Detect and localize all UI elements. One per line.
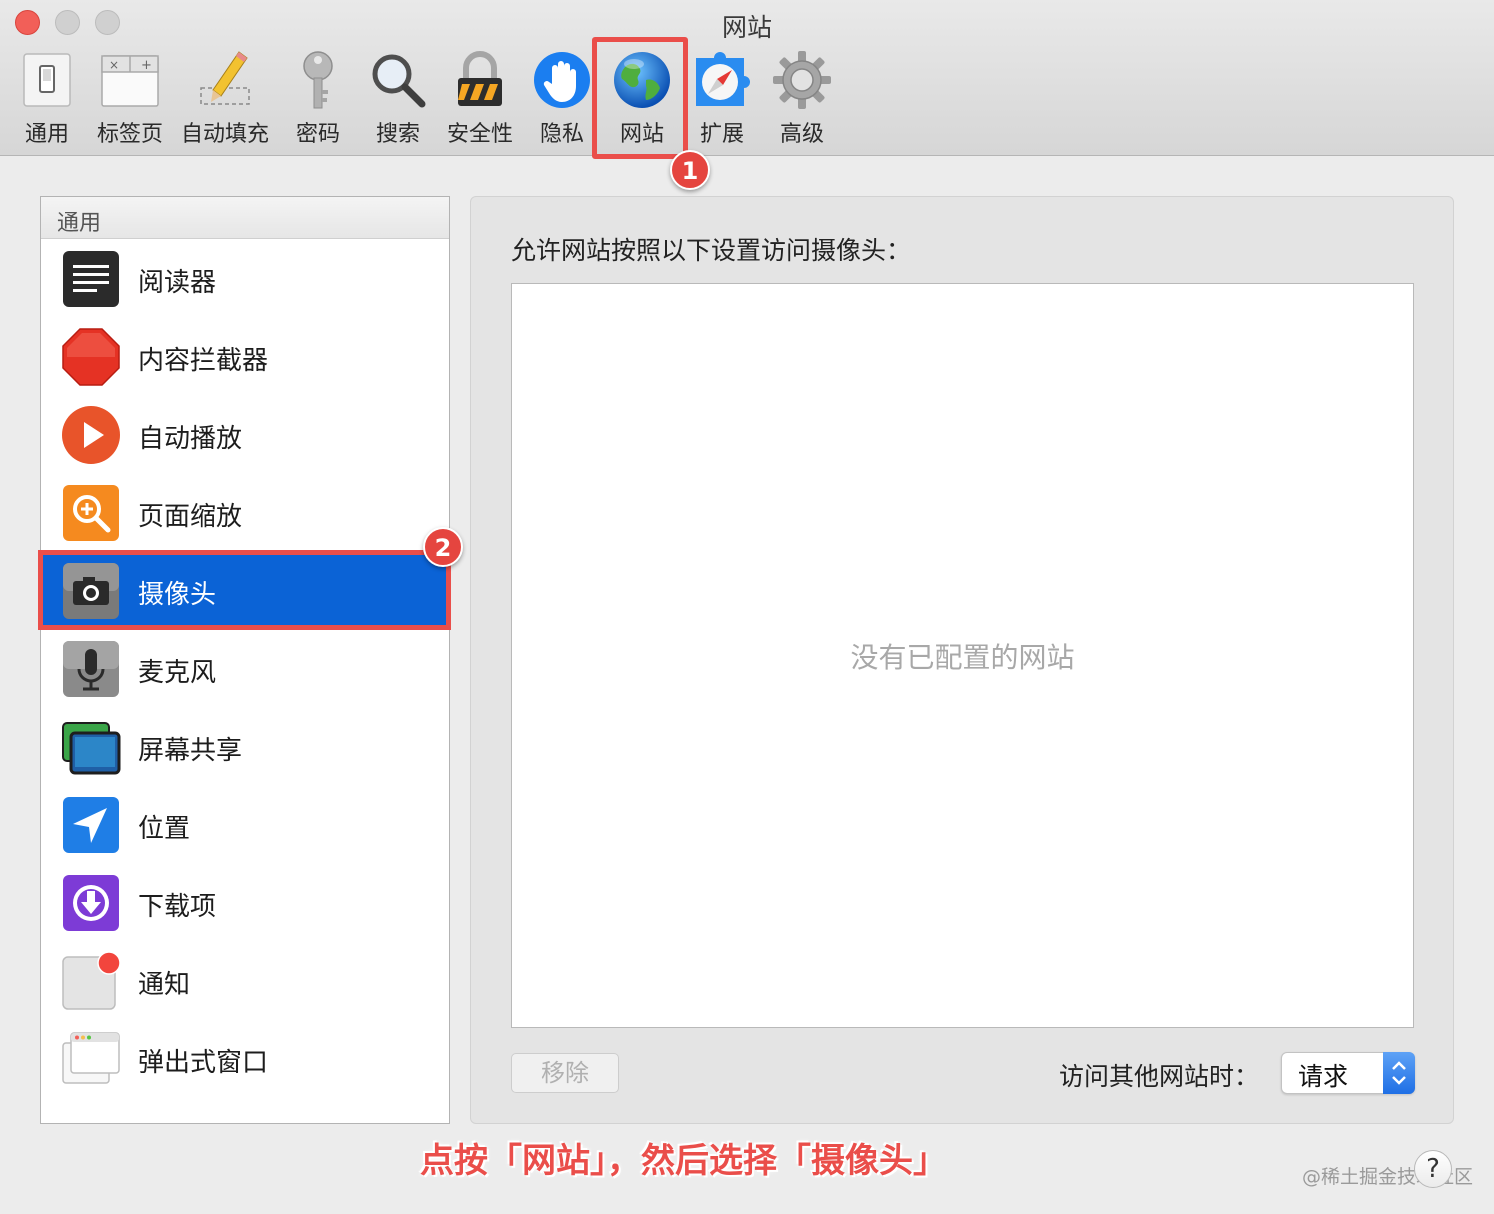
sidebar-item-screen-sharing[interactable]: 屏幕共享 (41, 708, 449, 786)
notification-icon (62, 951, 121, 1010)
tab-label: 高级 (779, 122, 824, 147)
tab-privacy[interactable]: 隐私 (526, 50, 598, 150)
instruction-caption: 点按「网站」，然后选择「摄像头」 (420, 1141, 947, 1181)
sidebar-item-reader[interactable]: 阅读器 (41, 240, 449, 318)
highlight-camera-item (38, 550, 451, 630)
sidebar-item-label: 弹出式窗口 (138, 1048, 269, 1078)
sidebar-item-label: 内容拦截器 (138, 346, 269, 376)
select-arrows (1383, 1052, 1415, 1094)
zoom-icon (63, 485, 119, 541)
highlight-websites-tab (592, 37, 688, 159)
svg-text:+: + (141, 58, 152, 73)
general-switch-icon (23, 53, 71, 107)
panel-title: 允许网站按照以下设置访问摄像头： (511, 236, 912, 265)
tab-search[interactable]: 搜索 (362, 50, 434, 150)
magnifier-icon (372, 54, 426, 108)
popup-window-icon (62, 1032, 120, 1084)
tab-security[interactable]: 安全性 (440, 50, 520, 150)
screen-share-icon (62, 722, 121, 775)
help-button[interactable]: ? (1414, 1150, 1452, 1188)
window-title: 网站 (721, 13, 772, 42)
tab-tabs[interactable]: × + 标签页 (90, 50, 170, 150)
tab-label: 搜索 (375, 122, 420, 147)
sidebar-item-microphone[interactable]: 麦克风 (41, 630, 449, 708)
sidebar-item-label: 自动播放 (138, 424, 243, 454)
configured-sites-list[interactable]: 没有已配置的网站 (511, 283, 1414, 1028)
sidebar-item-label: 阅读器 (138, 268, 217, 298)
stop-sign-icon (62, 328, 120, 386)
step-badge-1: 1 (670, 150, 710, 190)
tab-label: 隐私 (539, 122, 584, 147)
camera-settings-panel: 允许网站按照以下设置访问摄像头： 没有已配置的网站 移除 访问其他网站时： 请求 (470, 196, 1454, 1124)
sidebar-item-label: 通知 (138, 970, 191, 1000)
location-icon (63, 797, 119, 853)
settings-sidebar: 通用 阅读器 内容拦截器 自动播放 页面缩放 摄像头 麦克风 屏幕共享 位置 下… (40, 196, 450, 1124)
autofill-pencil-icon (200, 51, 250, 105)
tab-label: 扩展 (699, 122, 744, 147)
window-toolbar: 网站 通用 × + 标签页 自动填充 密码 搜索 安全性 隐私 网站 扩展 高级 (0, 0, 1494, 156)
key-icon (303, 51, 333, 109)
puzzle-compass-icon (696, 52, 750, 106)
sidebar-item-popup-windows[interactable]: 弹出式窗口 (41, 1020, 449, 1098)
tab-label: 标签页 (96, 122, 163, 147)
tab-label: 安全性 (446, 122, 513, 147)
empty-list-message: 没有已配置的网站 (850, 641, 1075, 674)
svg-text:×: × (109, 58, 119, 72)
tab-label: 自动填充 (180, 122, 269, 147)
select-value: 请求 (1298, 1062, 1349, 1091)
gear-icon (773, 51, 831, 109)
chevron-up-down-icon (1392, 1061, 1406, 1085)
sidebar-item-notifications[interactable]: 通知 (41, 942, 449, 1020)
tab-autofill[interactable]: 自动填充 (176, 50, 274, 150)
sidebar-item-auto-play[interactable]: 自动播放 (41, 396, 449, 474)
tab-general[interactable]: 通用 (12, 50, 82, 150)
hand-icon (534, 52, 590, 108)
lock-icon (458, 51, 502, 106)
play-icon (62, 406, 120, 464)
sidebar-item-downloads[interactable]: 下载项 (41, 864, 449, 942)
tabs-icon: × + (101, 55, 159, 107)
download-icon (63, 875, 119, 931)
tab-label: 通用 (24, 122, 69, 147)
remove-button[interactable]: 移除 (511, 1053, 619, 1093)
sidebar-item-page-zoom[interactable]: 页面缩放 (41, 474, 449, 552)
sidebar-item-content-blockers[interactable]: 内容拦截器 (41, 318, 449, 396)
reader-icon (63, 251, 119, 307)
sidebar-item-label: 麦克风 (138, 658, 217, 688)
other-sites-label: 访问其他网站时： (1059, 1062, 1260, 1091)
tab-extensions[interactable]: 扩展 (686, 50, 758, 150)
sidebar-item-location[interactable]: 位置 (41, 786, 449, 864)
tab-advanced[interactable]: 高级 (764, 50, 840, 150)
other-sites-select[interactable]: 请求 (1281, 1052, 1415, 1094)
sidebar-item-label: 屏幕共享 (138, 736, 243, 766)
tab-passwords[interactable]: 密码 (282, 50, 354, 150)
step-badge-2: 2 (423, 527, 463, 567)
sidebar-item-label: 下载项 (138, 892, 217, 922)
sidebar-header: 通用 (41, 197, 449, 239)
sidebar-item-label: 位置 (138, 814, 191, 844)
tab-label: 密码 (295, 122, 340, 147)
sidebar-item-label: 页面缩放 (138, 502, 243, 532)
microphone-icon (63, 641, 119, 697)
